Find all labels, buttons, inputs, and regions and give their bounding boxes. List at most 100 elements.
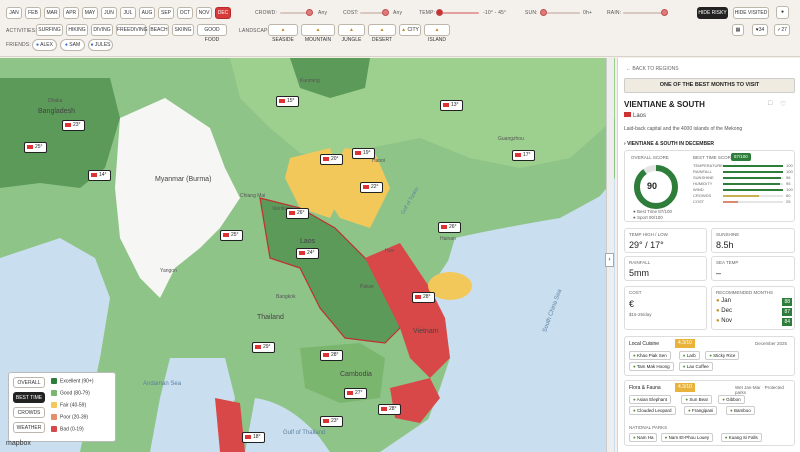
park-tag[interactable]: ● Nam Et-Phou Louey [660,433,714,442]
marker-temperature: 24° [307,250,315,256]
legend-swatch [51,426,57,432]
place-kunming: Kunming [300,78,320,84]
activity-diving[interactable]: DIVING [91,24,113,36]
collapse-panel-icon[interactable]: › [605,253,614,267]
species-tag[interactable]: ● Asian Elephant [629,395,672,404]
activity-skiing[interactable]: SKIING [172,24,194,36]
activity-beach[interactable]: BEACH [149,24,169,36]
temp-knob-low[interactable] [436,9,443,16]
sun-knob[interactable] [540,9,547,16]
temperature-marker[interactable]: 23° [320,416,343,427]
temperature-marker[interactable]: 26° [438,222,461,233]
month-button-aug[interactable]: AUG [139,7,155,19]
month-button-sep[interactable]: SEP [158,7,174,19]
temperature-marker[interactable]: 29° [252,342,275,353]
view-crowds-button[interactable]: CROWDS [13,407,45,418]
sun-value: 0h+ [583,10,593,16]
temperature-marker[interactable]: 28° [378,404,401,415]
month-button-nov[interactable]: NOV [196,7,212,19]
species-tag[interactable]: ● Gibbon [718,395,745,404]
calendar-icon[interactable]: ▦ [732,24,744,36]
park-tag[interactable]: ● Nam Ha [629,433,658,442]
friend-sam[interactable]: ● SAM [60,39,85,51]
friend-alex[interactable]: ● ALEX [32,39,57,51]
month-button-oct[interactable]: OCT [177,7,193,19]
flag-icon [381,406,387,411]
month-button-jan[interactable]: JAN [6,7,22,19]
favorites-counter[interactable]: ♥34 [752,24,768,36]
activity-surfing[interactable]: SURFING [36,24,63,36]
dish-tag[interactable]: ● Khao Piak Sen [629,351,671,360]
legend-label: Bad (0-19) [60,426,84,433]
legend-swatch [51,378,57,384]
temp-slider[interactable] [437,12,479,14]
visited-counter[interactable]: ✓27 [774,24,790,36]
view-weather-button[interactable]: WEATHER [13,422,45,433]
month-button-jul[interactable]: JUL [120,7,136,19]
month-button-may[interactable]: MAY [82,7,98,19]
species-tag[interactable]: ● Clouded Leopard [629,406,676,415]
temperature-marker[interactable]: 17° [512,150,535,161]
dish-tag[interactable]: ● Larb [678,351,700,360]
crowds-knob[interactable] [306,9,313,16]
temperature-marker[interactable]: 24° [296,248,319,259]
view-best-time-button[interactable]: BEST TIME [13,392,45,403]
temperature-marker[interactable]: 18° [242,432,265,443]
metric-bar-fill [723,189,783,191]
view-overall-button[interactable]: OVERALL [13,377,45,388]
share-icon[interactable]: □ [768,100,772,107]
favorite-heart-icon[interactable]: ♡ [780,100,786,108]
activity-hiking[interactable]: HIKING [66,24,88,36]
rain-slider[interactable] [623,12,665,14]
species-tag[interactable]: ● Bamboo [726,406,755,415]
cost-knob[interactable] [382,9,389,16]
temperature-marker[interactable]: 22° [360,182,383,193]
region-title: VIENTIANE & SOUTH [624,100,705,109]
temperature-marker[interactable]: 23° [62,120,85,131]
temperature-marker[interactable]: 28° [412,292,435,303]
temperature-marker[interactable]: 19° [352,148,375,159]
hide-visited-button[interactable]: HIDE VISITED [733,7,769,19]
temperature-marker[interactable]: 28° [320,350,343,361]
temperature-marker[interactable]: 15° [276,96,299,107]
temperature-marker[interactable]: 25° [24,142,47,153]
back-to-regions-link[interactable]: ← BACK TO REGIONS [626,66,679,72]
landscape-desert[interactable]: ▲ DESERT [368,24,396,43]
cost-card-sub: $15-25/day [629,312,652,317]
month-button-mar[interactable]: MAR [44,7,60,19]
landscape-city[interactable]: ▲ CITY [399,24,421,36]
landscape-mountain[interactable]: ▲ MOUNTAIN [301,24,335,43]
activity-freediving[interactable]: FREEDIVING [116,24,148,36]
temperature-marker[interactable]: 14° [88,170,111,181]
place-chiang-mai: Chiang Mai [240,193,266,199]
dish-tag[interactable]: ● Tam Mak Hoong [629,362,674,371]
friend-jules[interactable]: ● JULES [88,39,113,51]
recommended-month-row: ● Nov 84 [716,318,792,327]
species-tag[interactable]: ● Sun Bear [681,395,713,404]
month-button-dec[interactable]: DEC [215,7,231,19]
dish-tag[interactable]: ● Lao Coffee [678,362,713,371]
map-view[interactable]: Bangladesh Myanmar (Burma) Thailand Camb… [0,58,615,452]
species-tag[interactable]: ● Frangipani [684,406,718,415]
temperature-marker[interactable]: 27° [344,388,367,399]
legend-swatch [51,390,57,396]
month-button-apr[interactable]: APR [63,7,79,19]
landscape-island[interactable]: ▲ ISLAND [424,24,450,43]
recommended-months-label: RECOMMENDED MONTHS [716,290,773,295]
month-button-jun[interactable]: JUN [101,7,117,19]
flag-icon [415,294,421,299]
landscape-seaside[interactable]: ▲ SEASIDE [268,24,298,43]
account-icon[interactable]: ● [776,6,789,19]
hide-risky-button[interactable]: HIDE RISKY [697,7,728,19]
month-button-feb[interactable]: FEB [25,7,41,19]
temperature-marker[interactable]: 20° [320,154,343,165]
park-tag[interactable]: ● Kuang Si Falls [720,433,762,442]
activity-good-food[interactable]: GOOD FOOD [197,24,227,43]
rain-knob[interactable] [661,9,668,16]
landscape-jungle[interactable]: ▲ JUNGLE [338,24,365,43]
metric-value: 100 [786,187,793,192]
temperature-marker[interactable]: 13° [440,100,463,111]
temperature-marker[interactable]: 25° [220,230,243,241]
temperature-marker[interactable]: 26° [286,208,309,219]
dish-tag[interactable]: ● Sticky Rice [705,351,740,360]
